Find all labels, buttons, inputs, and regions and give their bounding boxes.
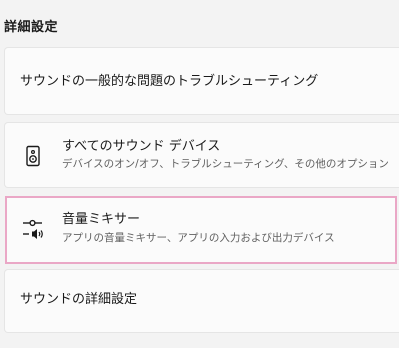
volume-mixer-item[interactable]: 音量ミキサー アプリの音量ミキサー、アプリの入力および出力デバイス [4, 195, 399, 267]
section-title: 詳細設定 [4, 20, 59, 35]
all-sound-devices-subtitle: デバイスのオン/オフ、トラブルシューティング、その他のオプション [62, 158, 389, 170]
advanced-sound-settings-label: サウンドの詳細設定 [20, 292, 138, 307]
volume-mixer-focus-frame: 音量ミキサー アプリの音量ミキサー、アプリの入力および出力デバイス [5, 196, 397, 264]
all-sound-devices-item[interactable]: すべてのサウンド デバイス デバイスのオン/オフ、トラブルシューティング、その他… [4, 122, 399, 188]
volume-mixer-title: 音量ミキサー [62, 212, 141, 227]
troubleshoot-common-sound-problems-item[interactable]: サウンドの一般的な問題のトラブルシューティング [4, 47, 399, 115]
troubleshoot-label: サウンドの一般的な問題のトラブルシューティング [20, 74, 319, 89]
advanced-sound-settings-item[interactable]: サウンドの詳細設定 [4, 269, 399, 333]
volume-mixer-icon [22, 218, 46, 242]
sound-settings-page: 詳細設定 サウンドの一般的な問題のトラブルシューティング すべてのサウンド デバ… [0, 0, 399, 348]
all-sound-devices-title: すべてのサウンド デバイス [62, 139, 221, 154]
speaker-device-icon [21, 144, 45, 168]
volume-mixer-subtitle: アプリの音量ミキサー、アプリの入力および出力デバイス [62, 232, 335, 244]
